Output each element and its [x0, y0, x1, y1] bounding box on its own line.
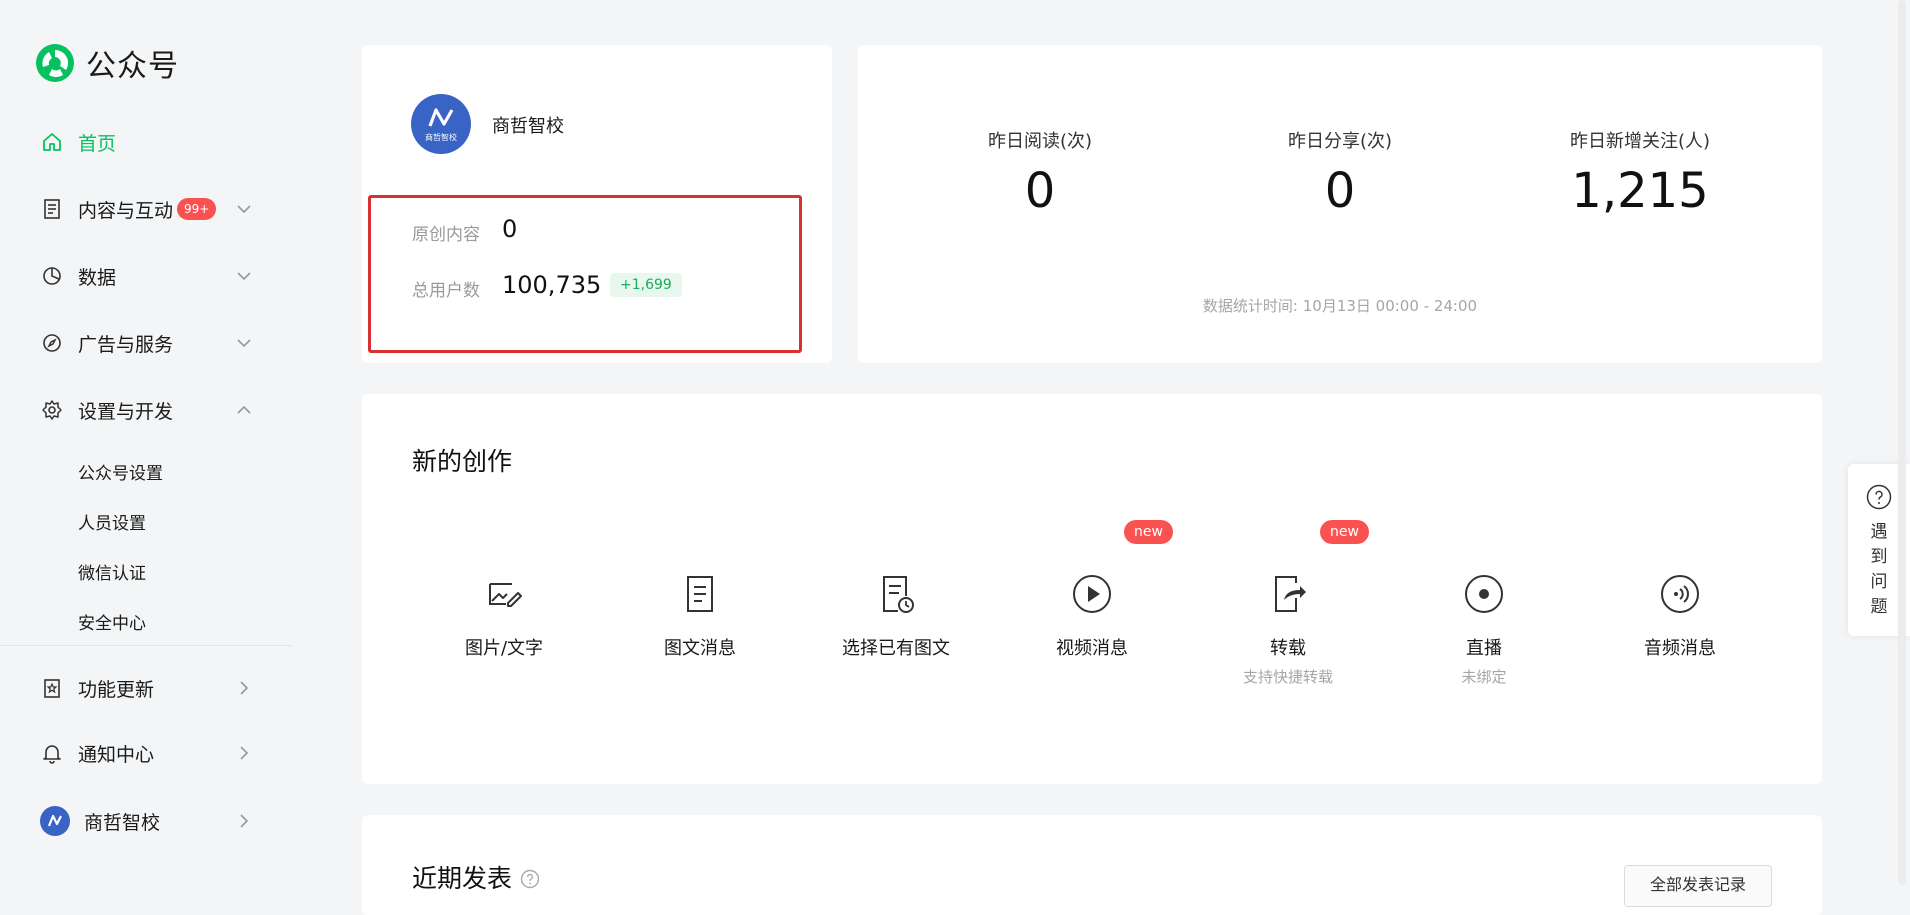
sidebar-divider — [0, 645, 292, 646]
chevron-right-icon — [240, 814, 249, 828]
nav-account[interactable]: 商哲智校 — [40, 801, 252, 841]
nav-data-label: 数据 — [78, 266, 117, 289]
avatar-caption: 商哲智校 — [425, 132, 457, 142]
nav-home-label: 首页 — [78, 132, 117, 155]
chevron-down-icon — [237, 272, 251, 281]
image-edit-icon — [489, 583, 522, 607]
recent-title: 近期发表 — [412, 859, 540, 895]
gear-icon — [40, 398, 64, 422]
nav-content-label: 内容与互动 — [78, 199, 174, 222]
chevron-down-icon — [237, 339, 251, 348]
stat-shares-label: 昨日分享(次) — [1287, 131, 1393, 152]
page-scrollbar[interactable] — [1898, 0, 1906, 885]
unread-badge: 99+ — [177, 198, 217, 220]
tool-live[interactable]: 直播 未绑定 — [1394, 572, 1574, 687]
nav-home[interactable]: 首页 — [40, 122, 252, 162]
nav-notifications[interactable]: 通知中心 — [40, 733, 252, 773]
stat-new-followers-label: 昨日新增关注(人) — [1569, 131, 1711, 152]
bell-icon — [40, 741, 64, 765]
subnav-account-settings[interactable]: 公众号设置 — [78, 459, 163, 484]
tool-audio[interactable]: 音频消息 — [1590, 572, 1770, 660]
repost-new-badge: new — [1320, 520, 1369, 544]
document-icon — [687, 576, 713, 612]
stats-time-note: 数据统计时间: 10月13日 00:00 - 24:00 — [1202, 297, 1478, 315]
account-logo-icon — [47, 814, 62, 827]
tool-image-text[interactable]: 图片/文字 — [414, 572, 594, 660]
tool-video-label: 视频消息 — [1056, 638, 1128, 659]
scrollbar-thumb[interactable] — [1898, 0, 1906, 885]
stat-reads-value: 0 — [1024, 163, 1056, 219]
total-users-value[interactable]: 100,735 — [502, 271, 601, 299]
pie-chart-icon — [40, 264, 64, 288]
tool-repost[interactable]: 转载 支持快捷转载 — [1198, 572, 1378, 687]
nav-data[interactable]: 数据 — [40, 256, 252, 296]
subnav-security-center[interactable]: 安全中心 — [78, 609, 146, 634]
tool-video[interactable]: 视频消息 — [1002, 572, 1182, 660]
tool-article-label: 图文消息 — [664, 638, 736, 659]
tool-live-sub: 未绑定 — [1461, 668, 1507, 686]
app-title: 公众号 — [86, 49, 179, 84]
account-card: 商哲智校 商哲智校 原创内容 0 总用户数 100,735 +1,699 — [362, 45, 832, 363]
nav-account-label: 商哲智校 — [84, 811, 161, 834]
tool-audio-label: 音频消息 — [1644, 638, 1716, 659]
play-icon — [1073, 575, 1111, 613]
nav-updates-label: 功能更新 — [78, 678, 155, 701]
nav-settings[interactable]: 设置与开发 — [40, 390, 252, 430]
help-circle-icon[interactable] — [520, 869, 540, 889]
chevron-up-icon — [237, 405, 251, 414]
chevron-down-icon — [237, 205, 251, 214]
subnav-wechat-verification[interactable]: 微信认证 — [78, 559, 146, 584]
document-clock-icon — [883, 576, 914, 613]
chevron-right-icon — [240, 746, 249, 760]
stat-reads: 昨日阅读(次) 0 — [910, 127, 1170, 219]
share-icon — [1275, 576, 1306, 612]
live-icon — [1465, 575, 1503, 613]
audio-icon — [1661, 575, 1699, 613]
tool-image-text-label: 图片/文字 — [464, 638, 544, 659]
original-content-label: 原创内容 — [412, 225, 480, 245]
tool-article[interactable]: 图文消息 — [610, 572, 790, 660]
nav-content[interactable]: 内容与互动 99+ — [40, 189, 252, 229]
wechat-official-logo-icon — [36, 44, 74, 82]
question-circle-icon — [1866, 484, 1892, 510]
stat-new-followers: 昨日新增关注(人) 1,215 — [1510, 127, 1770, 219]
document-icon — [40, 197, 64, 221]
account-avatar-large[interactable]: 商哲智校 — [411, 94, 471, 154]
tool-repost-label: 转载 — [1270, 638, 1306, 659]
recent-card: 近期发表 全部发表记录 — [362, 815, 1822, 915]
app-logo[interactable]: 公众号 — [34, 40, 179, 86]
stat-shares: 昨日分享(次) 0 — [1210, 127, 1470, 219]
account-avatar — [40, 806, 70, 836]
create-title: 新的创作 — [412, 447, 513, 476]
recent-title-text: 近期发表 — [412, 864, 513, 893]
original-content-value[interactable]: 0 — [502, 215, 517, 243]
create-card: 新的创作 图片/文字 图文消息 选择已有图文 new 视频消息 new 转载 支… — [362, 394, 1822, 784]
nav-settings-label: 设置与开发 — [78, 400, 174, 423]
tool-existing-article-label: 选择已有图文 — [842, 638, 950, 659]
tool-live-label: 直播 — [1466, 638, 1502, 659]
nav-ads[interactable]: 广告与服务 — [40, 323, 252, 363]
account-logo-icon — [428, 107, 454, 127]
subnav-staff-settings[interactable]: 人员设置 — [78, 509, 146, 534]
chevron-right-icon — [240, 681, 249, 695]
account-name[interactable]: 商哲智校 — [492, 112, 564, 138]
total-users-label: 总用户数 — [412, 281, 480, 301]
users-delta-badge: +1,699 — [610, 273, 682, 297]
tool-repost-sub: 支持快捷转载 — [1242, 668, 1333, 686]
stat-shares-value: 0 — [1324, 163, 1356, 219]
stats-card: 昨日阅读(次) 0 昨日分享(次) 0 昨日新增关注(人) 1,215 数据统计… — [858, 45, 1822, 363]
compass-icon — [40, 331, 64, 355]
home-icon — [40, 130, 64, 154]
tool-existing-article[interactable]: 选择已有图文 — [806, 572, 986, 660]
video-new-badge: new — [1124, 520, 1173, 544]
all-posts-button[interactable]: 全部发表记录 — [1624, 865, 1772, 907]
nav-updates[interactable]: 功能更新 — [40, 668, 252, 708]
nav-notifications-label: 通知中心 — [78, 743, 155, 766]
sidebar: 公众号 首页 内容与互动 99+ 数据 广告与服务 设置与开发 公众号设置 人员… — [0, 0, 292, 885]
stat-reads-label: 昨日阅读(次) — [987, 131, 1093, 152]
stat-new-followers-value: 1,215 — [1571, 163, 1709, 219]
nav-ads-label: 广告与服务 — [78, 333, 174, 356]
updates-icon — [40, 676, 64, 700]
